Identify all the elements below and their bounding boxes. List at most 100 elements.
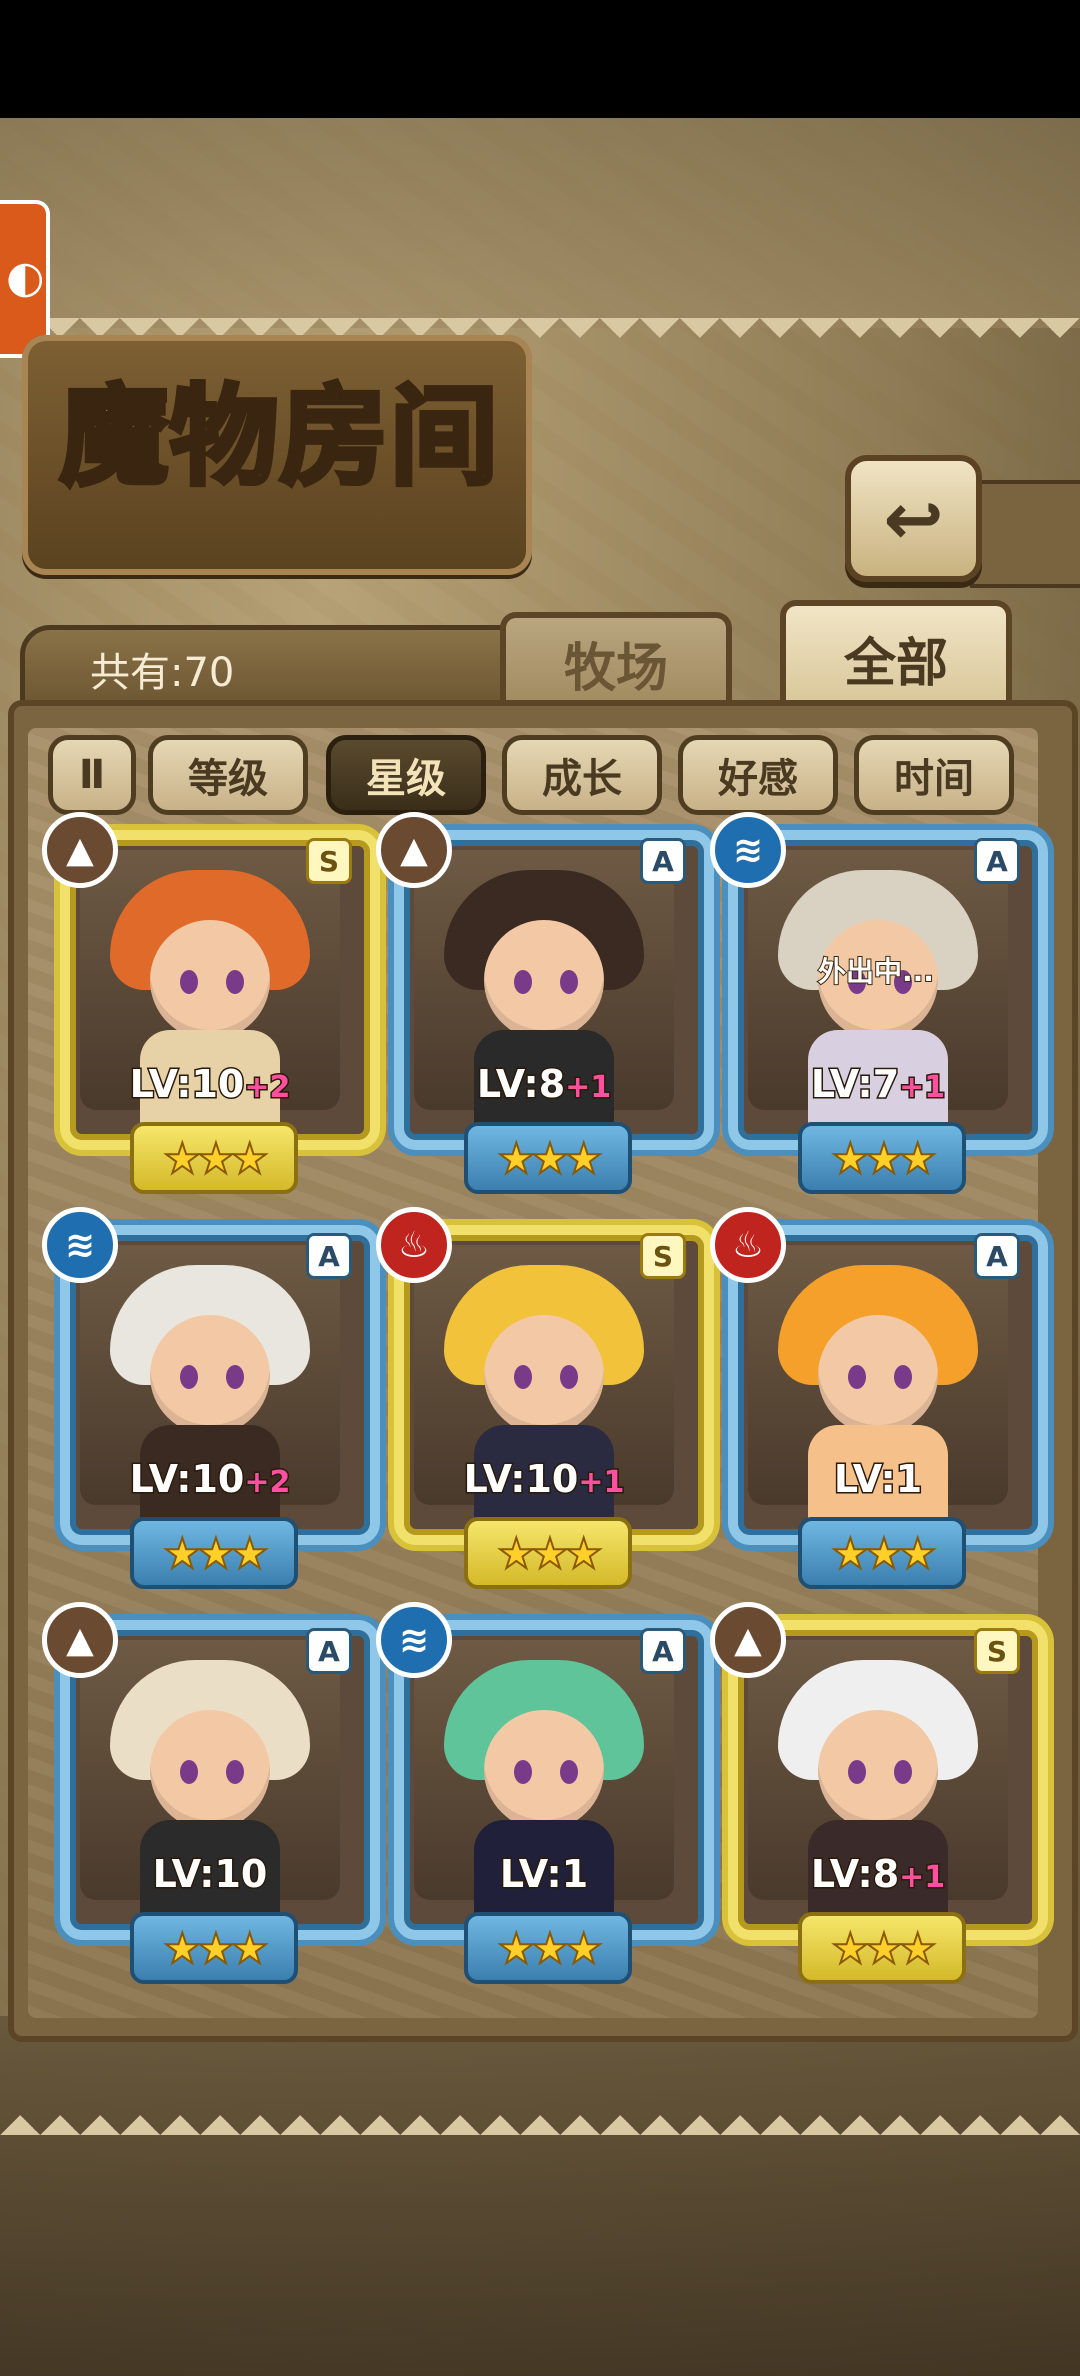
portrait-eye: [226, 970, 244, 994]
star-rating: ★★★: [130, 1912, 298, 1984]
status-bar: [0, 0, 1080, 118]
level-value: LV:7: [809, 1061, 900, 1108]
level-bonus: +1: [898, 1859, 947, 1897]
level-label: LV:1: [394, 1851, 694, 1898]
level-bonus: +1: [564, 1069, 613, 1107]
level-value: LV:10: [151, 1851, 269, 1898]
status-label: 外出中...: [817, 954, 935, 989]
star-rating: ★★★: [464, 1517, 632, 1589]
star-rating: ★★★: [464, 1122, 632, 1194]
zigzag-border-bottom: [0, 2095, 1080, 2135]
star-rating: ★★★: [798, 1122, 966, 1194]
level-label: LV:8+1: [394, 1061, 694, 1108]
mountain-icon: ▲: [42, 1602, 118, 1678]
monster-card[interactable]: A ♨ LV:1 ★★★: [710, 1207, 1048, 1589]
monster-card[interactable]: S ▲ LV:8+1 ★★★: [710, 1602, 1048, 1984]
side-tab-icon: ◐: [6, 252, 45, 303]
level-label: LV:7+1: [728, 1061, 1028, 1108]
sort-growth-button[interactable]: 成长: [502, 735, 662, 815]
sort-level-button[interactable]: 等级: [148, 735, 308, 815]
monster-card[interactable]: S ♨ LV:10+1 ★★★: [376, 1207, 714, 1589]
monster-card[interactable]: A ≋ LV:1 ★★★: [376, 1602, 714, 1984]
flame-icon: ♨: [710, 1207, 786, 1283]
portrait-eye: [894, 1760, 912, 1784]
star-rating: ★★★: [130, 1517, 298, 1589]
level-value: LV:10: [128, 1061, 246, 1108]
portrait-eye: [848, 1760, 866, 1784]
flame-icon: ♨: [376, 1207, 452, 1283]
level-label: LV:10+1: [394, 1456, 694, 1503]
portrait-face: [484, 920, 604, 1040]
monster-card[interactable]: S ▲ LV:10+2 ★★★: [42, 812, 380, 1194]
tab-all[interactable]: 全部: [780, 600, 1012, 710]
level-bonus: +2: [243, 1464, 292, 1502]
portrait-eye: [514, 1365, 532, 1389]
portrait-eye: [560, 1365, 578, 1389]
sort-time-button[interactable]: 时间: [854, 735, 1014, 815]
portrait-eye: [894, 1365, 912, 1389]
mountain-icon: ▲: [710, 1602, 786, 1678]
page-title: 魔物房间: [57, 372, 500, 503]
monster-card[interactable]: A ≋ LV:10+2 ★★★: [42, 1207, 380, 1589]
rarity-badge: A: [306, 1628, 352, 1674]
portrait-eye: [180, 1760, 198, 1784]
tab-farm[interactable]: 牧场: [500, 612, 732, 708]
portrait-eye: [226, 1760, 244, 1784]
sort-filter-bar: Ⅱ 等级 星级 成长 好感 时间: [48, 735, 1048, 815]
header-rail: [970, 480, 1080, 588]
star-rating: ★★★: [798, 1912, 966, 1984]
rarity-badge: A: [974, 838, 1020, 884]
portrait-face: [484, 1710, 604, 1830]
sort-star-button[interactable]: 星级: [326, 735, 486, 815]
portrait-eye: [560, 1760, 578, 1784]
portrait-eye: [848, 1365, 866, 1389]
water-waves-icon: ≋: [376, 1602, 452, 1678]
level-label: LV:10+2: [60, 1456, 360, 1503]
star-rating: ★★★: [798, 1517, 966, 1589]
rarity-badge: S: [640, 1233, 686, 1279]
back-arrow-icon: ↩: [883, 476, 944, 561]
level-label: LV:8+1: [728, 1851, 1028, 1898]
monster-card[interactable]: A ▲ LV:10 ★★★: [42, 1602, 380, 1984]
portrait-face: [484, 1315, 604, 1435]
level-bonus: +2: [243, 1069, 292, 1107]
rarity-badge: S: [974, 1628, 1020, 1674]
map-background-bottom: [0, 2016, 1080, 2376]
level-value: LV:10: [462, 1456, 580, 1503]
water-waves-icon: ≋: [42, 1207, 118, 1283]
rarity-badge: A: [640, 1628, 686, 1674]
rarity-badge: S: [306, 838, 352, 884]
portrait-eye: [514, 1760, 532, 1784]
level-value: LV:10: [128, 1456, 246, 1503]
mountain-icon: ▲: [42, 812, 118, 888]
portrait-eye: [514, 970, 532, 994]
monster-card[interactable]: A ▲ LV:8+1 ★★★: [376, 812, 714, 1194]
star-rating: ★★★: [464, 1912, 632, 1984]
rarity-badge: A: [974, 1233, 1020, 1279]
level-label: LV:1: [728, 1456, 1028, 1503]
rarity-badge: A: [306, 1233, 352, 1279]
map-background-top: [0, 118, 1080, 328]
level-value: LV:1: [498, 1851, 589, 1898]
portrait-face: [150, 1710, 270, 1830]
level-value: LV:8: [809, 1851, 900, 1898]
mountain-icon: ▲: [376, 812, 452, 888]
portrait-eye: [180, 970, 198, 994]
portrait-eye: [560, 970, 578, 994]
sort-affection-button[interactable]: 好感: [678, 735, 838, 815]
back-button[interactable]: ↩: [845, 455, 982, 582]
monster-card[interactable]: A ≋ 外出中... LV:7+1 ★★★: [710, 812, 1048, 1194]
level-bonus: +1: [577, 1464, 626, 1502]
level-value: LV:1: [832, 1456, 923, 1503]
portrait-face: [150, 1315, 270, 1435]
level-bonus: +1: [898, 1069, 947, 1107]
portrait-face: [818, 1710, 938, 1830]
monster-count: 共有:70: [90, 650, 235, 696]
portrait-face: [818, 1315, 938, 1435]
rarity-badge: A: [640, 838, 686, 884]
level-label: LV:10+2: [60, 1061, 360, 1108]
portrait-face: [150, 920, 270, 1040]
level-label: LV:10: [60, 1851, 360, 1898]
sort-order-toggle[interactable]: Ⅱ: [48, 735, 136, 815]
water-waves-icon: ≋: [710, 812, 786, 888]
